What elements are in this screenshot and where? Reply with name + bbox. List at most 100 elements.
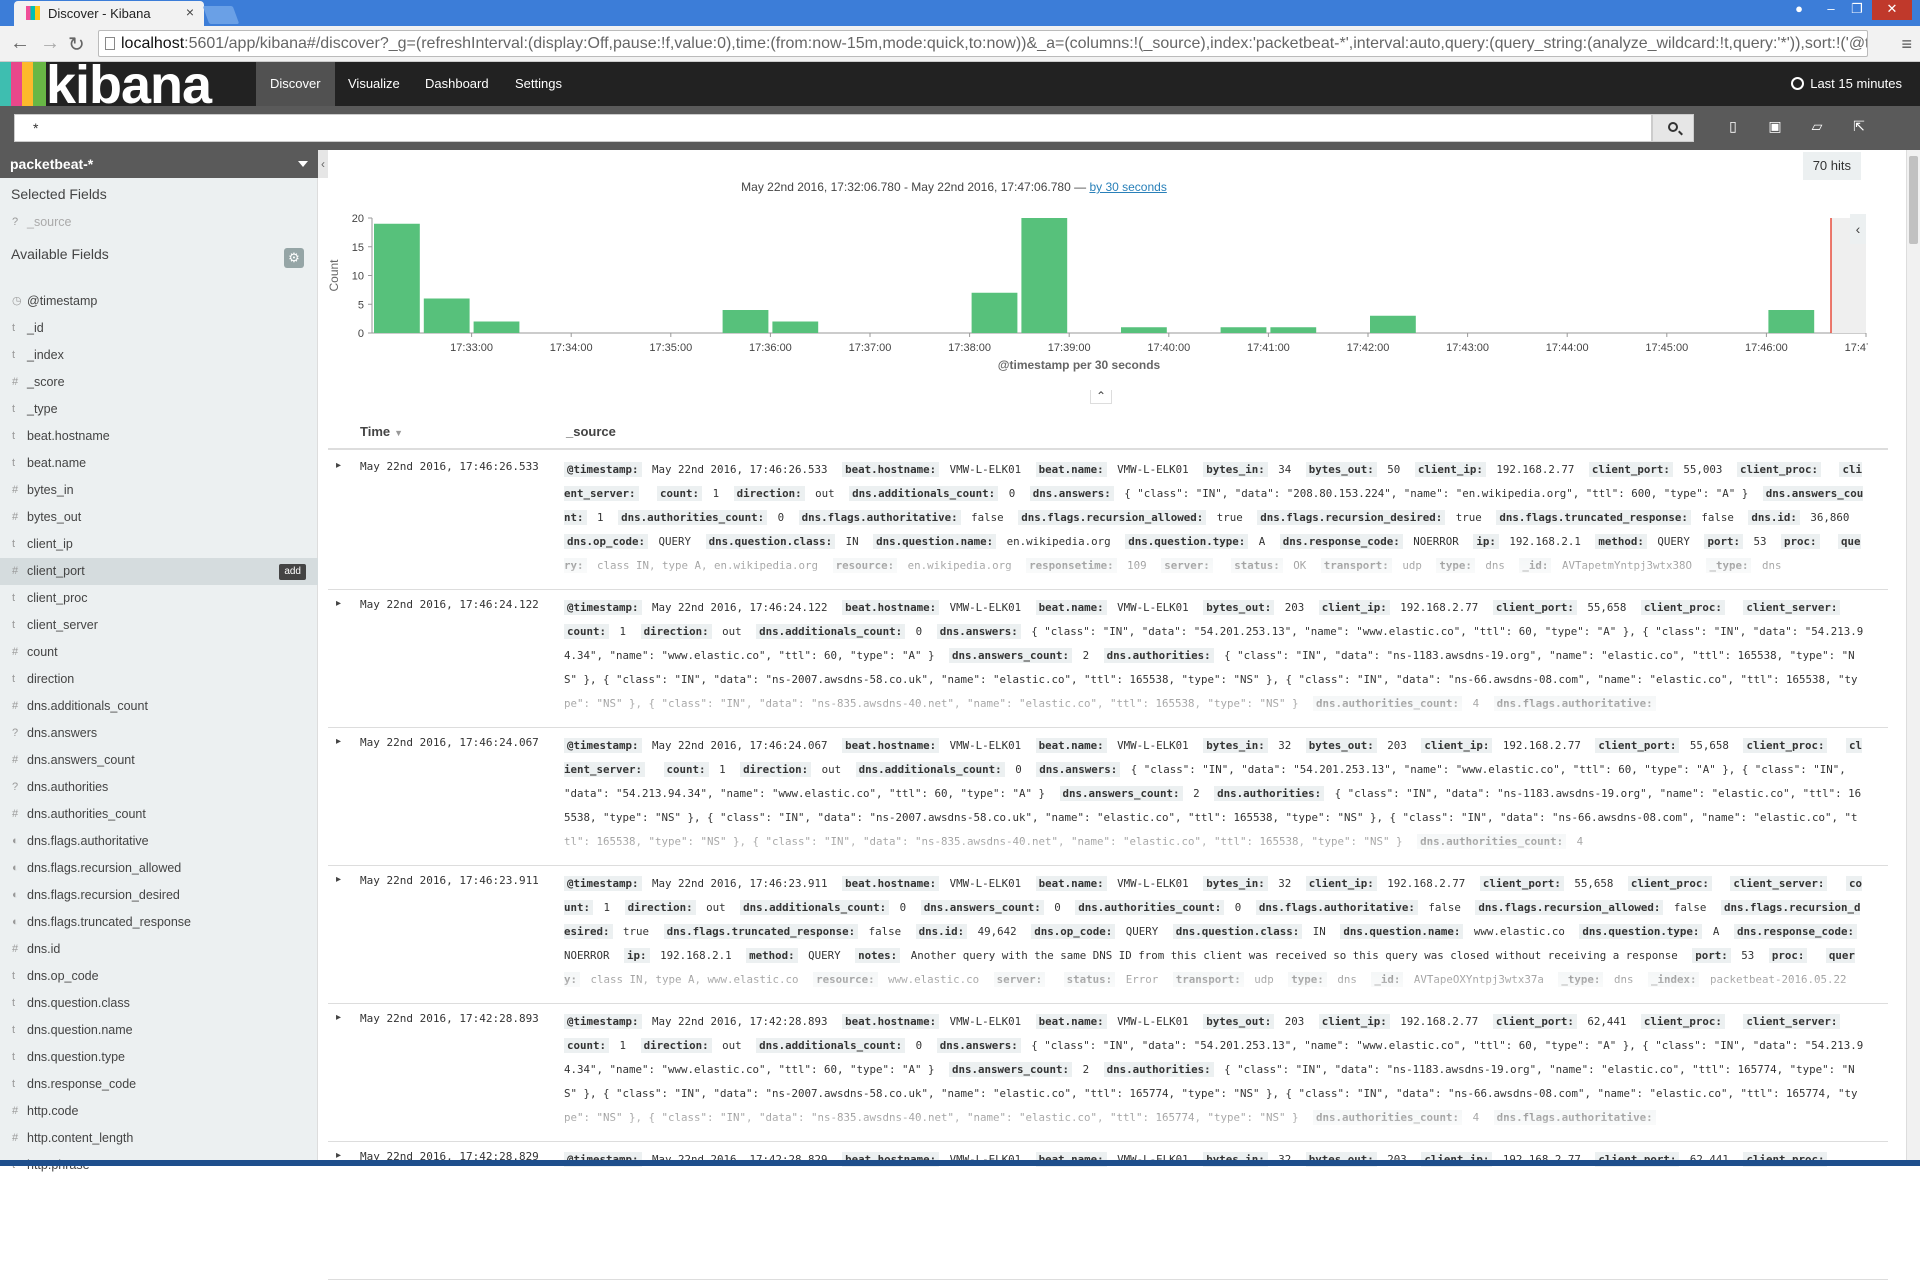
x-tick-label: 17:39:00	[1048, 342, 1091, 354]
nav-dashboard[interactable]: Dashboard	[411, 62, 503, 106]
histogram-bar[interactable]	[722, 310, 769, 333]
chart-legend-toggle-icon[interactable]: ‹	[1850, 214, 1866, 244]
field-row[interactable]: ? dns.authorities	[0, 774, 318, 801]
share-icon[interactable]: ⇱	[1850, 118, 1868, 136]
table-row[interactable]: ▸ May 22nd 2016, 17:46:24.122 @timestamp: …	[328, 590, 1888, 728]
field-row[interactable]: # dns.authorities_count	[0, 801, 318, 828]
back-arrow-icon[interactable]: ←	[10, 32, 30, 55]
expand-row-icon[interactable]: ▸	[336, 874, 341, 885]
forward-arrow-icon[interactable]: →	[40, 32, 60, 55]
field-row[interactable]: t dns.response_code	[0, 1071, 318, 1098]
field-settings-gear-icon[interactable]: ⚙	[284, 248, 304, 268]
field-row[interactable]: ◷ @timestamp	[0, 288, 318, 315]
page-scrollbar[interactable]	[1906, 150, 1920, 1166]
field-row[interactable]: ◐ dns.flags.recursion_allowed	[0, 855, 318, 882]
nav-discover[interactable]: Discover	[256, 62, 335, 106]
field-row[interactable]: t dns.question.name	[0, 1017, 318, 1044]
field-row[interactable]: t dns.question.type	[0, 1044, 318, 1071]
source-field-value: 62,441	[1587, 1015, 1627, 1028]
source-field-value: 55,658	[1574, 877, 1614, 890]
y-tick-label: 20	[352, 213, 364, 225]
histogram-bar[interactable]	[374, 223, 420, 333]
source-field-key: dns.answers:	[1029, 486, 1114, 501]
tab-close-icon[interactable]: ×	[186, 4, 194, 20]
field-row[interactable]: t client_proc	[0, 585, 318, 612]
field-row[interactable]: t _id	[0, 315, 318, 342]
histogram-bar[interactable]	[1121, 327, 1167, 333]
histogram-bar[interactable]	[423, 298, 470, 334]
field-row[interactable]: t _index	[0, 342, 318, 369]
field-row[interactable]: t dns.question.class	[0, 990, 318, 1017]
index-pattern-selector[interactable]: packetbeat-*	[0, 150, 318, 178]
minimize-icon[interactable]: –	[1818, 0, 1844, 20]
interval-link[interactable]: by 30 seconds	[1089, 180, 1166, 194]
chart-collapse-icon[interactable]: ⌃	[1090, 390, 1112, 404]
new-tab-button[interactable]	[202, 6, 240, 24]
search-button[interactable]	[1652, 114, 1694, 142]
source-field-value: 55,658	[1689, 739, 1729, 752]
field-row[interactable]: t client_ip	[0, 531, 318, 558]
nav-visualize[interactable]: Visualize	[334, 62, 414, 106]
histogram-bar[interactable]	[772, 321, 819, 334]
histogram-bar[interactable]	[971, 292, 1018, 333]
field-row[interactable]: # _score	[0, 369, 318, 396]
source-field-key: dns.question.type:	[1579, 924, 1703, 939]
expand-row-icon[interactable]: ▸	[336, 736, 341, 747]
field-row[interactable]: # bytes_out	[0, 504, 318, 531]
url-field[interactable]: localhost:5601/app/kibana#/discover?_g=(…	[98, 30, 1868, 57]
field-row[interactable]: # dns.answers_count	[0, 747, 318, 774]
field-row[interactable]: # dns.id	[0, 936, 318, 963]
field-row[interactable]: ◐ dns.flags.recursion_desired	[0, 882, 318, 909]
field-row[interactable]: ◐ dns.flags.truncated_response	[0, 909, 318, 936]
search-input[interactable]: *	[14, 114, 1652, 142]
field-row[interactable]: t _type	[0, 396, 318, 423]
timepicker[interactable]: Last 15 minutes	[1791, 76, 1902, 91]
close-window-icon[interactable]: ✕	[1872, 0, 1912, 20]
add-field-button[interactable]: add	[279, 564, 306, 580]
histogram-bar[interactable]	[473, 321, 520, 334]
expand-row-icon[interactable]: ▸	[336, 1012, 341, 1023]
browser-menu-icon[interactable]: ≡	[1901, 34, 1912, 55]
field-row[interactable]: t direction	[0, 666, 318, 693]
field-row[interactable]: # http.content_length	[0, 1125, 318, 1152]
histogram-bar[interactable]	[1021, 218, 1068, 333]
browser-tab[interactable]: Discover - Kibana ×	[14, 1, 204, 26]
field-row[interactable]: t client_server	[0, 612, 318, 639]
table-row[interactable]: ▸ May 22nd 2016, 17:46:24.067 @timestamp: …	[328, 728, 1888, 866]
x-tick-label: 17:43:00	[1446, 342, 1489, 354]
field-row[interactable]: t dns.op_code	[0, 963, 318, 990]
sort-desc-icon[interactable]: ▼	[394, 428, 403, 438]
histogram-bar[interactable]	[1768, 310, 1815, 333]
field-row[interactable]: # dns.additionals_count	[0, 693, 318, 720]
expand-row-icon[interactable]: ▸	[336, 598, 341, 609]
field-name: bytes_out	[27, 510, 82, 524]
sidebar-collapse-icon[interactable]: ‹	[318, 150, 328, 178]
load-search-icon[interactable]: ▱	[1808, 118, 1826, 136]
field-row[interactable]: # http.code	[0, 1098, 318, 1125]
field-row[interactable]: ? dns.answers	[0, 720, 318, 747]
maximize-icon[interactable]: ❐	[1844, 0, 1870, 20]
tab-title: Discover - Kibana	[48, 6, 151, 21]
nav-settings[interactable]: Settings	[501, 62, 576, 106]
field-row[interactable]: # client_port add	[0, 558, 318, 585]
new-search-icon[interactable]: ▯	[1724, 118, 1742, 136]
table-row[interactable]: ▸ May 22nd 2016, 17:46:23.911 @timestamp: …	[328, 866, 1888, 1004]
selected-field-source[interactable]: ? _source	[0, 209, 318, 236]
field-row[interactable]: ◐ dns.flags.authoritative	[0, 828, 318, 855]
table-row[interactable]: ▸ May 22nd 2016, 17:46:26.533 @timestamp: …	[328, 452, 1888, 590]
table-row[interactable]: ▸ May 22nd 2016, 17:42:28.893 @timestamp: …	[328, 1004, 1888, 1142]
save-search-icon[interactable]: ▣	[1766, 118, 1784, 136]
row-fade-overlay	[564, 1106, 1864, 1136]
field-row[interactable]: t beat.hostname	[0, 423, 318, 450]
histogram-bar[interactable]	[1270, 327, 1317, 333]
expand-row-icon[interactable]: ▸	[336, 460, 341, 471]
column-header-time[interactable]: Time ▼	[360, 424, 403, 439]
histogram-bar[interactable]	[1370, 315, 1416, 333]
field-row[interactable]: # bytes_in	[0, 477, 318, 504]
field-row[interactable]: # count	[0, 639, 318, 666]
field-row[interactable]: t beat.name	[0, 450, 318, 477]
histogram-bar[interactable]	[1220, 327, 1267, 333]
user-icon[interactable]: ●	[1786, 0, 1812, 20]
scrollbar-thumb[interactable]	[1909, 156, 1918, 244]
source-field-key: client_port:	[1595, 738, 1680, 753]
